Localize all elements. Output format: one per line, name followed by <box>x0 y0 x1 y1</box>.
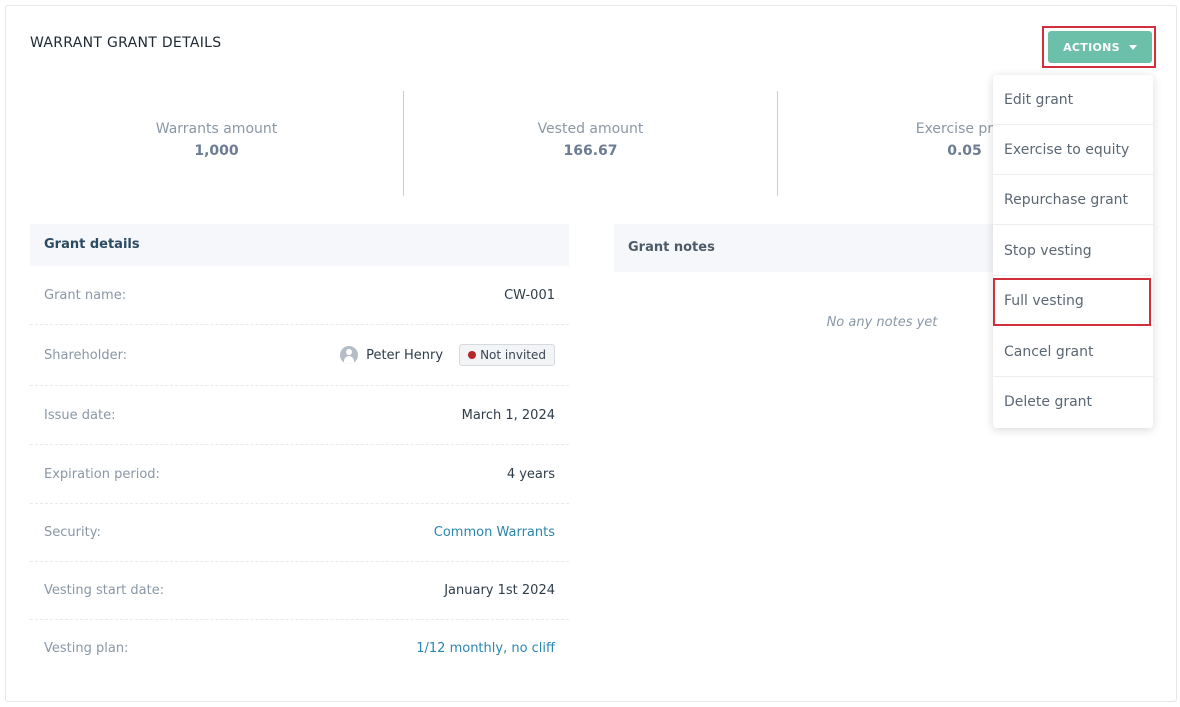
stat-warrants-amount: Warrants amount 1,000 <box>30 91 403 196</box>
menu-item-delete-grant[interactable]: Delete grant <box>993 377 1153 427</box>
row-label: Vesting start date: <box>44 583 165 598</box>
grant-details-header: Grant details <box>30 224 569 266</box>
menu-item-repurchase-grant[interactable]: Repurchase grant <box>993 175 1153 225</box>
row-label: Shareholder: <box>44 347 128 363</box>
stats-summary: Warrants amount 1,000 Vested amount 166.… <box>30 91 1150 196</box>
row-label: Expiration period: <box>44 466 160 482</box>
stat-vested-amount: Vested amount 166.67 <box>404 91 777 196</box>
row-label: Vesting plan: <box>44 641 129 656</box>
menu-item-edit-grant[interactable]: Edit grant <box>993 75 1153 125</box>
grant-name-row: Grant name: CW-001 <box>30 266 569 325</box>
security-row: Security: Common Warrants <box>30 504 569 562</box>
menu-item-cancel-grant[interactable]: Cancel grant <box>993 327 1153 377</box>
actions-button-label: ACTIONS <box>1063 40 1120 54</box>
row-label: Issue date: <box>44 407 116 423</box>
user-avatar-icon <box>340 346 359 364</box>
expiration-period-value: 4 years <box>506 466 555 482</box>
status-dot-icon <box>468 351 477 359</box>
menu-item-exercise-to-equity[interactable]: Exercise to equity <box>993 125 1153 175</box>
row-label: Grant name: <box>44 287 127 303</box>
stat-label: Vested amount <box>537 121 644 137</box>
issue-date-value: March 1, 2024 <box>461 407 555 423</box>
vesting-plan-link[interactable]: 1/12 monthly, no cliff <box>416 641 555 656</box>
row-label: Security: <box>44 525 101 540</box>
shareholder-name: Peter Henry <box>366 347 444 363</box>
vesting-start-date-row: Vesting start date: January 1st 2024 <box>30 562 569 620</box>
status-badge-label: Not invited <box>480 348 546 362</box>
status-badge: Not invited <box>459 344 555 366</box>
expiration-period-row: Expiration period: 4 years <box>30 445 569 504</box>
grant-name-value: CW-001 <box>504 287 555 303</box>
shareholder-info: Peter Henry Not invited <box>340 344 555 366</box>
stat-value: 1,000 <box>194 143 239 159</box>
menu-item-stop-vesting[interactable]: Stop vesting <box>993 226 1153 276</box>
vesting-plan-row: Vesting plan: 1/12 monthly, no cliff <box>30 620 569 677</box>
vesting-start-date-value: January 1st 2024 <box>444 583 555 598</box>
issue-date-row: Issue date: March 1, 2024 <box>30 386 569 445</box>
actions-button[interactable]: ACTIONS <box>1048 31 1152 63</box>
stat-label: Warrants amount <box>155 121 278 137</box>
stat-value: 166.67 <box>563 143 618 159</box>
caret-down-icon <box>1128 44 1137 50</box>
page-title: WARRANT GRANT DETAILS <box>30 35 222 51</box>
menu-item-full-vesting[interactable]: Full vesting <box>993 276 1153 326</box>
actions-dropdown-menu: Edit grant Exercise to equity Repurchase… <box>993 75 1153 428</box>
security-link[interactable]: Common Warrants <box>434 525 555 540</box>
shareholder-row: Shareholder: Peter Henry Not invited <box>30 325 569 386</box>
